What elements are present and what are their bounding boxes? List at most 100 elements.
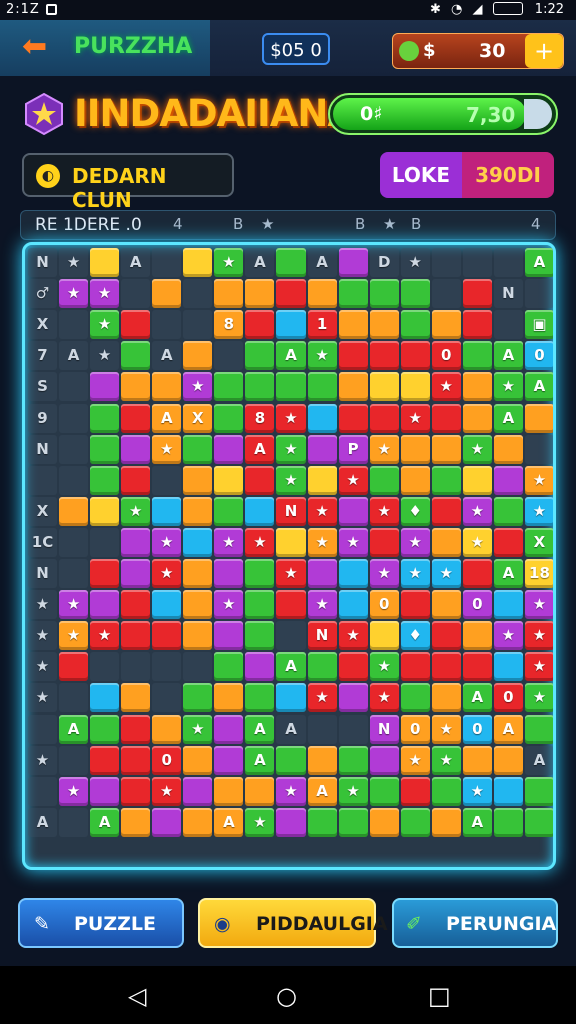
recent-apps-icon[interactable]: □	[428, 982, 451, 1010]
board-cell-empty[interactable]	[462, 248, 492, 278]
board-tile[interactable]	[121, 776, 151, 806]
board-tile[interactable]	[90, 372, 120, 402]
board-tile[interactable]	[493, 434, 523, 464]
board-tile[interactable]	[121, 621, 151, 651]
board-tile[interactable]: 0	[524, 341, 553, 371]
board-tile[interactable]	[462, 403, 492, 433]
board-tile[interactable]: ★	[524, 590, 553, 620]
board-cell-empty[interactable]	[183, 310, 213, 340]
board-cell-empty[interactable]	[431, 279, 461, 309]
board-tile[interactable]	[121, 372, 151, 402]
board-tile[interactable]	[493, 496, 523, 526]
board-tile[interactable]	[462, 279, 492, 309]
board-cell-empty[interactable]: ♂	[28, 279, 58, 309]
board-tile[interactable]	[214, 559, 244, 589]
board-tile[interactable]: ★	[245, 807, 275, 837]
board-tile[interactable]	[338, 652, 368, 682]
board-cell-empty[interactable]	[524, 279, 553, 309]
board-cell-empty[interactable]: ★	[28, 745, 58, 775]
board-tile[interactable]	[90, 683, 120, 713]
board-tile[interactable]	[307, 652, 337, 682]
board-tile[interactable]	[431, 527, 461, 557]
board-tile[interactable]: ★	[524, 621, 553, 651]
board-tile[interactable]	[493, 527, 523, 557]
board-tile[interactable]: A	[90, 807, 120, 837]
board-tile[interactable]	[121, 403, 151, 433]
board-tile[interactable]	[369, 341, 399, 371]
board-tile[interactable]: ★	[183, 372, 213, 402]
board-cell-empty[interactable]: N	[493, 279, 523, 309]
board-tile[interactable]: ★	[121, 496, 151, 526]
board-tile[interactable]	[214, 279, 244, 309]
board-tile[interactable]: ★	[369, 496, 399, 526]
board-cell-empty[interactable]: A	[28, 807, 58, 837]
board-tile[interactable]	[90, 248, 120, 278]
board-tile[interactable]: ♦	[400, 496, 430, 526]
board-tile[interactable]: A	[245, 714, 275, 744]
board-tile[interactable]: 18	[524, 559, 553, 589]
board-cell-empty[interactable]: X	[28, 496, 58, 526]
board-cell-empty[interactable]	[276, 621, 306, 651]
board-tile[interactable]: 8	[214, 310, 244, 340]
board-tile[interactable]	[276, 248, 306, 278]
board-tile[interactable]: X	[524, 527, 553, 557]
board-tile[interactable]: 0	[493, 683, 523, 713]
board-tile[interactable]	[245, 683, 275, 713]
board-tile[interactable]: ★	[369, 652, 399, 682]
board-tile[interactable]	[307, 372, 337, 402]
board-tile[interactable]	[307, 279, 337, 309]
board-tile[interactable]	[431, 434, 461, 464]
board-tile[interactable]: A	[493, 403, 523, 433]
board-tile[interactable]	[152, 621, 182, 651]
board-tile[interactable]	[152, 590, 182, 620]
board-tile[interactable]: A	[524, 248, 553, 278]
board-tile[interactable]: ★	[90, 279, 120, 309]
board-tile[interactable]	[214, 496, 244, 526]
board-tile[interactable]	[462, 465, 492, 495]
board-tile[interactable]: 0	[152, 745, 182, 775]
board-tile[interactable]	[338, 372, 368, 402]
board-tile[interactable]	[183, 683, 213, 713]
board-tile[interactable]	[245, 776, 275, 806]
board-tile[interactable]	[214, 621, 244, 651]
board-tile[interactable]: A	[245, 434, 275, 464]
board-tile[interactable]	[90, 714, 120, 744]
board-tile[interactable]	[121, 745, 151, 775]
board-cell-empty[interactable]	[59, 372, 89, 402]
board-tile[interactable]	[214, 652, 244, 682]
board-tile[interactable]: ★	[276, 403, 306, 433]
board-tile[interactable]	[400, 372, 430, 402]
board-tile[interactable]	[400, 652, 430, 682]
board-tile[interactable]	[90, 776, 120, 806]
board-cell-empty[interactable]	[152, 465, 182, 495]
board-cell-empty[interactable]	[59, 310, 89, 340]
board-tile[interactable]: ★	[338, 527, 368, 557]
board-tile[interactable]: ★	[307, 496, 337, 526]
board-tile[interactable]	[183, 776, 213, 806]
board-cell-empty[interactable]	[59, 403, 89, 433]
clan-button[interactable]: ◐ DEDARN CLUN	[22, 153, 234, 212]
board-cell-empty[interactable]	[183, 652, 213, 682]
board-tile[interactable]	[462, 652, 492, 682]
board-tile[interactable]	[307, 559, 337, 589]
board-tile[interactable]	[338, 279, 368, 309]
board-tile[interactable]: ★	[307, 683, 337, 713]
board-tile[interactable]: ★	[524, 496, 553, 526]
board-cell-empty[interactable]: D	[369, 248, 399, 278]
lock-button[interactable]: LOKE 390DI	[380, 152, 554, 198]
board-tile[interactable]: ★	[276, 559, 306, 589]
board-tile[interactable]	[90, 590, 120, 620]
board-tile[interactable]: ★	[90, 310, 120, 340]
board-cell-empty[interactable]	[28, 714, 58, 744]
board-tile[interactable]	[121, 465, 151, 495]
board-tile[interactable]: ★	[214, 527, 244, 557]
board-tile[interactable]	[121, 527, 151, 557]
board-tile[interactable]	[152, 279, 182, 309]
board-cell-empty[interactable]	[90, 652, 120, 682]
board-tile[interactable]	[214, 465, 244, 495]
board-cell-empty[interactable]: 9	[28, 403, 58, 433]
board-cell-empty[interactable]	[152, 248, 182, 278]
board-tile[interactable]	[245, 372, 275, 402]
board-cell-empty[interactable]: ★	[28, 652, 58, 682]
board-tile[interactable]	[245, 310, 275, 340]
